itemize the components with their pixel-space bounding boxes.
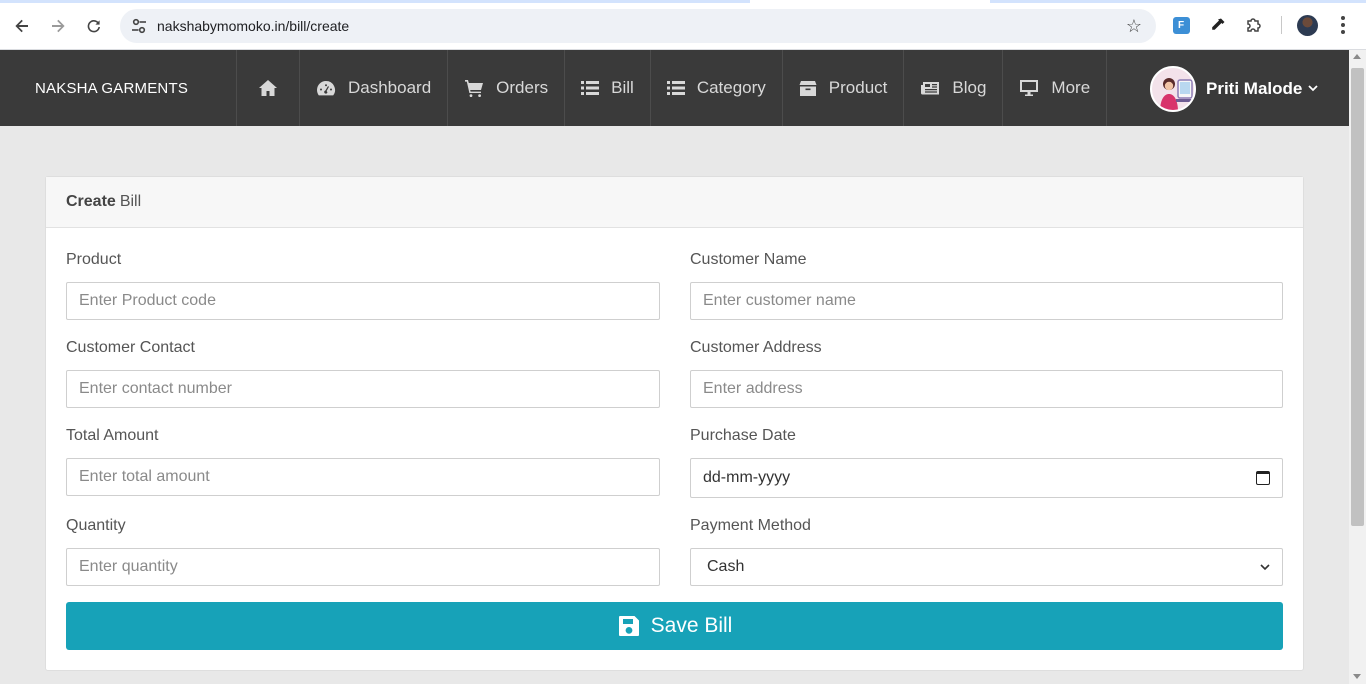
profile-avatar[interactable] — [1297, 15, 1318, 36]
browser-menu-icon[interactable] — [1336, 14, 1350, 36]
tab-strip-edge — [0, 0, 750, 3]
eyedropper-icon[interactable] — [1208, 15, 1228, 35]
product-code-input[interactable] — [66, 282, 660, 320]
chevron-down-icon — [1308, 83, 1318, 95]
extension-icon[interactable]: F — [1171, 15, 1191, 35]
nav-label: Orders — [496, 78, 549, 97]
tab-strip-edge — [990, 0, 1366, 3]
nav-item-bill[interactable]: Bill — [564, 50, 650, 126]
back-icon[interactable] — [9, 13, 35, 39]
nav-label: Bill — [611, 78, 634, 97]
nav-item-product[interactable]: Product — [781, 50, 904, 126]
card-title-bold: Create — [66, 193, 116, 210]
save-bill-label: Save Bill — [650, 614, 733, 637]
payment-method-select[interactable]: Cash — [690, 548, 1283, 586]
home-icon — [259, 80, 277, 96]
list-icon — [581, 81, 600, 95]
nav-item-blog[interactable]: Blog — [903, 50, 1002, 126]
toolbar-separator — [1281, 16, 1282, 34]
extensions-puzzle-icon[interactable] — [1244, 15, 1264, 35]
payment-method-value: Cash — [707, 558, 745, 575]
scroll-thumb[interactable] — [1351, 68, 1364, 526]
dashboard-icon — [317, 81, 335, 96]
nav-label: Product — [828, 78, 888, 97]
payment-method-label: Payment Method — [690, 517, 811, 534]
nav-item-category[interactable]: Category — [649, 50, 782, 126]
save-icon — [618, 616, 639, 636]
customer-name-label: Customer Name — [690, 251, 807, 268]
address-bar[interactable]: nakshabymomoko.in/bill/create ☆ — [120, 9, 1156, 43]
url-text: nakshabymomoko.in/bill/create — [157, 18, 350, 34]
nav-item-home[interactable] — [236, 50, 299, 126]
nav-item-more[interactable]: More — [1002, 50, 1108, 126]
customer-contact-input[interactable] — [66, 370, 660, 408]
total-amount-label: Total Amount — [66, 427, 159, 444]
chevron-down-icon — [1260, 564, 1270, 571]
date-placeholder: dd-mm-yyyy — [703, 469, 791, 486]
card-title: Bill — [119, 193, 142, 210]
purchase-date-label: Purchase Date — [690, 427, 796, 444]
page-scrollbar[interactable] — [1349, 50, 1366, 684]
card-header: Create Bill — [46, 177, 1303, 228]
customer-address-input[interactable] — [690, 370, 1283, 408]
user-menu[interactable]: Priti Malode — [1150, 66, 1318, 112]
purchase-date-input[interactable]: dd-mm-yyyy — [690, 458, 1283, 498]
nav-item-orders[interactable]: Orders — [447, 50, 564, 126]
user-name: Priti Malode — [1206, 79, 1303, 98]
reload-icon[interactable] — [81, 13, 107, 39]
newspaper-icon — [921, 82, 940, 95]
brand-name[interactable]: NAKSHA GARMENTS — [35, 80, 188, 97]
user-avatar — [1150, 66, 1196, 112]
cart-icon — [465, 80, 484, 97]
nav-menu: Dashboard Orders Bill Category Product B… — [236, 50, 1108, 126]
desktop-icon — [1020, 80, 1039, 96]
total-amount-input[interactable] — [66, 458, 660, 496]
list-icon — [666, 81, 685, 95]
browser-toolbar: nakshabymomoko.in/bill/create ☆ F — [0, 0, 1366, 50]
scroll-down-arrow[interactable] — [1353, 674, 1361, 679]
save-bill-button[interactable]: Save Bill — [66, 602, 1283, 650]
nav-label: Category — [696, 78, 766, 97]
nav-label: Blog — [952, 78, 987, 97]
quantity-label: Quantity — [66, 517, 126, 534]
nav-item-dashboard[interactable]: Dashboard — [299, 50, 447, 126]
nav-label: Dashboard — [348, 78, 432, 97]
box-icon — [799, 80, 817, 96]
customer-address-label: Customer Address — [690, 339, 822, 356]
customer-contact-label: Customer Contact — [66, 339, 195, 356]
bookmark-star-icon[interactable]: ☆ — [1126, 16, 1142, 37]
customer-name-input[interactable] — [690, 282, 1283, 320]
app-navbar: NAKSHA GARMENTS Dashboard Orders Bill Ca… — [0, 50, 1349, 126]
forward-icon[interactable] — [45, 13, 71, 39]
quantity-input[interactable] — [66, 548, 660, 586]
product-label: Product — [66, 251, 122, 268]
calendar-icon[interactable] — [1256, 471, 1270, 485]
scroll-up-arrow[interactable] — [1353, 54, 1361, 59]
site-settings-icon[interactable] — [130, 17, 148, 35]
create-bill-card: Create Bill Product Customer Name Custom… — [45, 176, 1304, 671]
nav-label: More — [1051, 78, 1091, 97]
